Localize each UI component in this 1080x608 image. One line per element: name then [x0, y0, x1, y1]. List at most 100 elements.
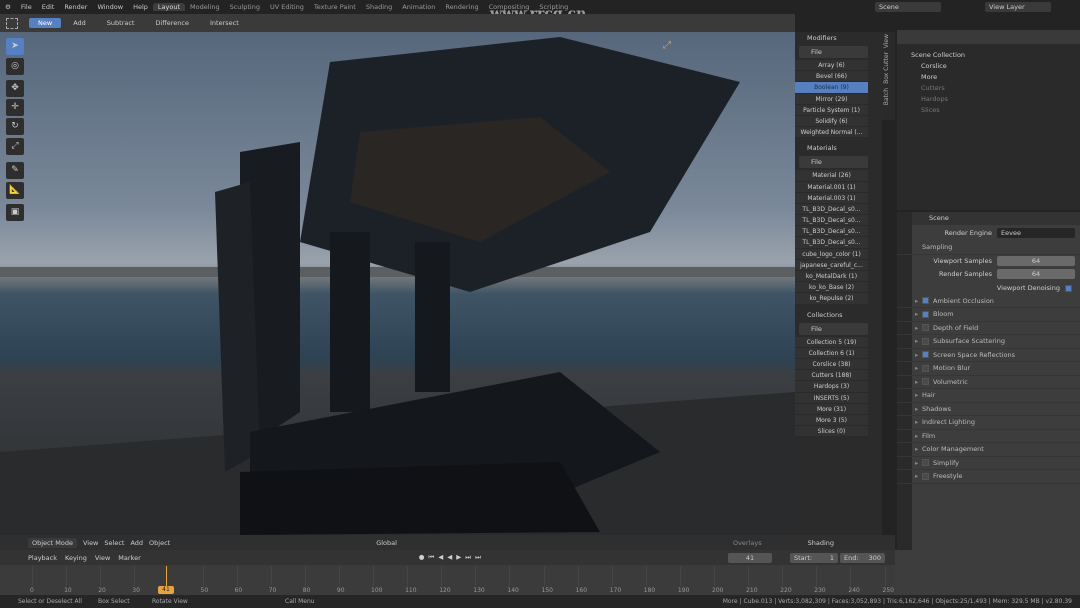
start-frame-field[interactable]: Start: 1 — [790, 553, 838, 563]
list-item[interactable]: More (31) — [795, 403, 868, 415]
current-frame-field[interactable]: 41 — [728, 553, 772, 563]
list-item[interactable]: Particle System (1) — [795, 104, 868, 116]
menu-object[interactable]: Object — [149, 539, 170, 547]
select-box-icon[interactable] — [6, 17, 18, 29]
rotate-icon[interactable]: ↻ — [6, 118, 24, 135]
outliner-item[interactable]: More — [897, 72, 1080, 83]
select-icon[interactable]: ➤ — [6, 38, 24, 55]
collections-header[interactable]: Collections — [795, 309, 882, 321]
outliner-search[interactable] — [952, 32, 1012, 42]
list-item[interactable]: Material.001 (1) — [795, 181, 868, 193]
panel-checkbox[interactable] — [922, 324, 929, 331]
object-mode-dropdown[interactable]: Object Mode — [28, 537, 77, 548]
list-item[interactable]: Collection 5 (19) — [795, 336, 868, 348]
cursor-icon[interactable]: ◎ — [6, 58, 24, 75]
list-item[interactable]: Material.003 (1) — [795, 192, 868, 204]
panel-checkbox[interactable] — [922, 472, 929, 480]
tab-batch[interactable]: Batch — [882, 86, 891, 107]
list-item[interactable]: Cutters (188) — [795, 370, 868, 382]
panel-checkbox[interactable] — [922, 310, 929, 318]
playhead-frame[interactable]: 41 — [158, 586, 174, 594]
mode-intersect[interactable]: Intersect — [201, 18, 248, 28]
materials-file-dropdown[interactable]: File — [799, 156, 868, 169]
list-item[interactable]: Collection 6 (1) — [795, 347, 868, 359]
tab-layout[interactable]: Layout — [152, 3, 186, 11]
properties-panel[interactable]: ▸ Freestyle — [897, 470, 1080, 484]
list-item[interactable]: japanese_careful_c... — [795, 259, 868, 271]
properties-panel[interactable]: ▸ Simplify — [897, 457, 1080, 470]
annotate-icon[interactable]: ✎ — [6, 162, 24, 179]
list-item[interactable]: Weighted Normal (... — [795, 127, 868, 139]
list-item[interactable]: Corslice (38) — [795, 358, 868, 371]
list-item[interactable]: Array (6) — [795, 60, 868, 72]
properties-panel[interactable]: ▸ Volumetric — [897, 376, 1080, 389]
keying-menu[interactable]: Keying — [65, 554, 87, 562]
tab-texture-paint[interactable]: Texture Paint — [309, 3, 361, 11]
camera-view-icon[interactable]: ⤢ — [663, 40, 671, 51]
properties-panel[interactable]: ▸ Shadows — [897, 403, 1080, 416]
view-layer-selector[interactable]: View Layer — [985, 2, 1051, 12]
tab-box-cutter[interactable]: Box Cutter — [882, 50, 891, 86]
mode-add[interactable]: Add — [64, 18, 95, 28]
scene-selector[interactable]: Scene — [875, 2, 941, 12]
render-engine-dropdown[interactable]: Eevee — [997, 228, 1075, 238]
panel-checkbox[interactable] — [922, 297, 929, 304]
properties-panel[interactable]: ▸ Hair — [897, 389, 1080, 403]
list-item[interactable]: ko_MetalDark (1) — [795, 271, 868, 283]
list-item[interactable]: Mirror (29) — [795, 93, 868, 105]
list-item[interactable]: Solidify (6) — [795, 115, 868, 128]
materials-header[interactable]: Materials — [795, 142, 882, 154]
view-menu[interactable]: View — [95, 554, 110, 562]
panel-checkbox[interactable] — [922, 351, 929, 358]
scale-icon[interactable]: ⤢ — [6, 138, 24, 155]
overlays-dropdown[interactable]: Overlays — [733, 539, 762, 547]
measure-icon[interactable]: 📐 — [6, 182, 24, 199]
blender-logo-icon[interactable]: ⚙ — [0, 3, 16, 11]
viewport-denoising-checkbox[interactable] — [1065, 284, 1072, 292]
tab-shading[interactable]: Shading — [361, 3, 397, 11]
list-item[interactable]: More 3 (5) — [795, 414, 868, 427]
marker-menu[interactable]: Marker — [118, 554, 140, 562]
menu-view[interactable]: View — [83, 539, 98, 547]
playback-controls[interactable]: ●⏮◀◀▶⏭⏭ — [419, 553, 485, 562]
3d-viewport[interactable]: ➤ ◎ ✥ ✛ ↻ ⤢ ✎ 📐 ▣ ⤢ — [0, 32, 795, 535]
list-item[interactable]: Boolean (9) — [795, 82, 868, 94]
viewport-samples-field[interactable]: 64 — [997, 255, 1075, 266]
outliner-item[interactable]: Slices — [897, 105, 1080, 116]
mode-difference[interactable]: Difference — [146, 18, 198, 28]
properties-panel[interactable]: ▸ Depth of Field — [897, 322, 1080, 335]
outliner-root[interactable]: Scene Collection — [897, 50, 1080, 61]
menu-edit[interactable]: Edit — [37, 3, 60, 11]
tab-rendering[interactable]: Rendering — [440, 3, 483, 11]
list-item[interactable]: TL_B3D_Decal_s0... — [795, 203, 868, 216]
panel-checkbox[interactable] — [922, 459, 929, 466]
modifiers-file-dropdown[interactable]: File — [799, 46, 868, 58]
outliner-item[interactable]: Cutters — [897, 83, 1080, 94]
render-samples-field[interactable]: 64 — [997, 268, 1075, 279]
properties-panel[interactable]: ▸ Bloom — [897, 308, 1080, 322]
tab-uv-editing[interactable]: UV Editing — [265, 3, 309, 11]
modifiers-header[interactable]: Modifiers — [795, 32, 882, 44]
properties-panel[interactable]: ▸ Color Management — [897, 443, 1080, 457]
tab-animation[interactable]: Animation — [397, 3, 440, 11]
menu-select[interactable]: Select — [104, 539, 124, 547]
move-icon[interactable]: ✥ — [6, 80, 24, 97]
list-item[interactable]: Bevel (66) — [795, 71, 868, 83]
properties-panel[interactable]: ▸ Motion Blur — [897, 362, 1080, 376]
menu-file[interactable]: File — [16, 3, 37, 11]
panel-checkbox[interactable] — [922, 337, 929, 345]
properties-panel[interactable]: ▸ Film — [897, 430, 1080, 443]
mode-subtract[interactable]: Subtract — [98, 18, 144, 28]
shading-dropdown[interactable]: Shading — [808, 539, 834, 547]
panel-checkbox[interactable] — [922, 378, 929, 385]
list-item[interactable]: Material (26) — [795, 170, 868, 182]
list-item[interactable]: Hardops (3) — [795, 381, 868, 393]
outliner-item[interactable]: Corslice — [897, 61, 1080, 72]
list-item[interactable]: INSERTS (5) — [795, 392, 868, 404]
list-item[interactable]: Slices (0) — [795, 426, 868, 438]
move-icon[interactable]: ✛ — [6, 99, 24, 116]
menu-add[interactable]: Add — [130, 539, 143, 547]
properties-panel[interactable]: ▸ Indirect Lighting — [897, 416, 1080, 430]
menu-window[interactable]: Window — [92, 3, 128, 11]
properties-panel[interactable]: ▸ Subsurface Scattering — [897, 335, 1080, 349]
